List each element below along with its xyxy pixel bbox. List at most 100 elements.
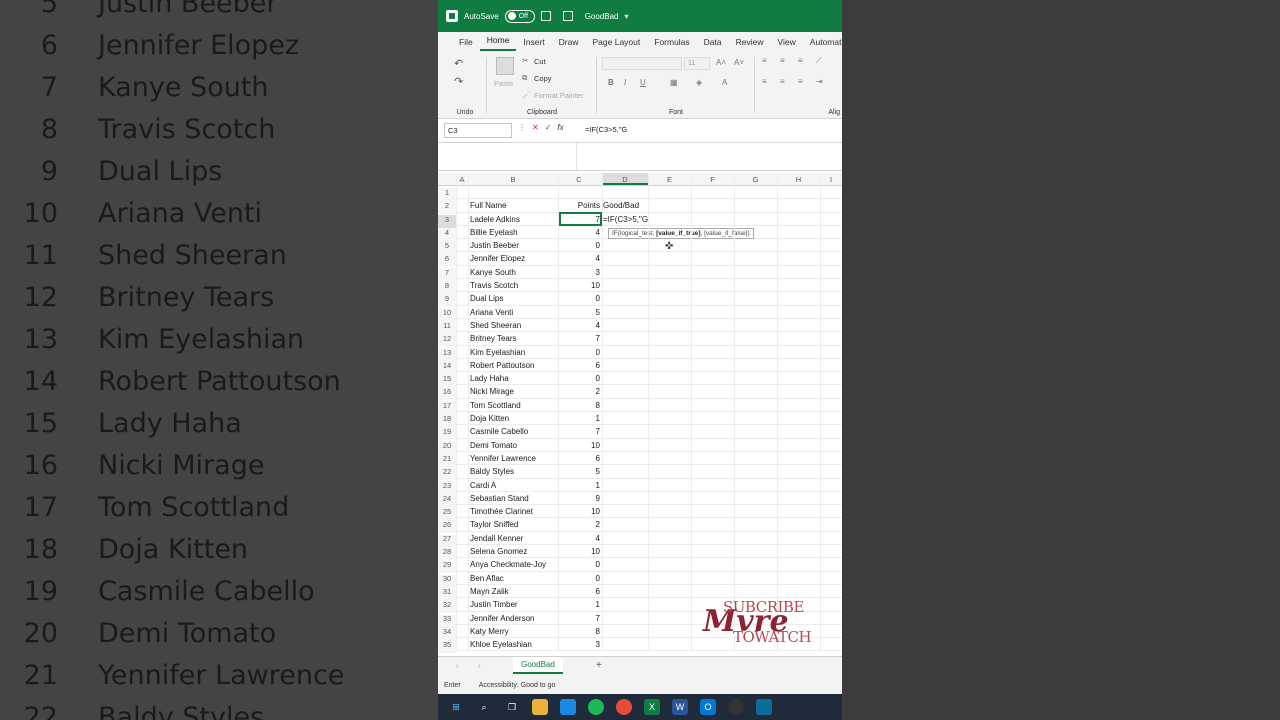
copy-button[interactable]: Copy — [534, 74, 552, 83]
cell-points[interactable]: 6 — [558, 454, 600, 463]
more-icon[interactable]: ⋮ — [518, 123, 526, 132]
cell-points[interactable]: 3 — [558, 268, 600, 277]
cell-full-name[interactable]: Timothée Clarinet — [470, 507, 533, 516]
cell-points[interactable]: 7 — [558, 427, 600, 436]
align-middle-icon[interactable]: ≡ — [780, 56, 785, 65]
menu-tab-data[interactable]: Data — [697, 37, 729, 51]
cell-points[interactable]: 1 — [558, 481, 600, 490]
column-header-h[interactable]: H — [777, 175, 820, 184]
cell-points[interactable]: 0 — [558, 294, 600, 303]
cell-good-bad[interactable]: Good/Bad — [603, 201, 639, 210]
undo-icon[interactable]: ↶ — [454, 57, 463, 70]
name-box[interactable]: C3 — [444, 123, 512, 138]
align-left-icon[interactable]: ≡ — [762, 77, 767, 86]
font-size-select[interactable]: 11 — [684, 57, 710, 70]
cell-full-name[interactable]: Tom Scottland — [470, 401, 521, 410]
cell-points[interactable]: 4 — [558, 228, 600, 237]
menu-tab-formulas[interactable]: Formulas — [647, 37, 696, 51]
cell-points[interactable]: 1 — [558, 600, 600, 609]
cell-points[interactable]: 0 — [558, 560, 600, 569]
cell-points[interactable]: 6 — [558, 587, 600, 596]
customize-icon[interactable] — [562, 11, 573, 21]
cut-button[interactable]: Cut — [534, 57, 546, 66]
cell-full-name[interactable]: Demi Tomato — [470, 441, 517, 450]
format-painter-button[interactable]: Format Painter — [534, 91, 584, 100]
cell-points[interactable]: 0 — [558, 374, 600, 383]
column-header-f[interactable]: F — [691, 175, 734, 184]
cell-full-name[interactable]: Anya Checkmate-Joy — [470, 560, 546, 569]
cell-full-name[interactable]: Katy Merry — [470, 627, 509, 636]
menu-tab-file[interactable]: File — [452, 37, 480, 51]
cell-points[interactable]: 7 — [558, 614, 600, 623]
cell-full-name[interactable]: Full Name — [470, 201, 506, 210]
cut-icon[interactable]: ✂ — [522, 56, 528, 65]
cell-full-name[interactable]: Cardi A — [470, 481, 496, 490]
fill-color-icon[interactable]: ◈ — [696, 78, 702, 87]
fx-icon[interactable]: fx — [557, 123, 563, 132]
cell-full-name[interactable]: Baldy Styles — [470, 467, 514, 476]
cell-full-name[interactable]: Khloe Eyelashian — [470, 640, 532, 649]
borders-icon[interactable]: ▦ — [670, 78, 678, 87]
cell-full-name[interactable]: Taylor Sniffed — [470, 520, 518, 529]
file-explorer-icon[interactable] — [532, 699, 548, 715]
cell-points[interactable]: 10 — [558, 281, 600, 290]
menu-tab-review[interactable]: Review — [729, 37, 771, 51]
cell-full-name[interactable]: Jennifer Anderson — [470, 614, 535, 623]
paste-icon[interactable] — [496, 57, 514, 75]
spotify-icon[interactable] — [588, 699, 604, 715]
cell-full-name[interactable]: Doja Kitten — [470, 414, 509, 423]
enter-icon[interactable]: ✓ — [545, 123, 552, 132]
cell-points[interactable]: 0 — [558, 241, 600, 250]
cell-full-name[interactable]: Travis Scotch — [470, 281, 518, 290]
menu-tab-automate[interactable]: Automate — [803, 37, 842, 51]
cell-full-name[interactable]: Lady Haha — [470, 374, 509, 383]
cell-points[interactable]: 7 — [558, 334, 600, 343]
cell-full-name[interactable]: Casmile Cabello — [470, 427, 528, 436]
indent-icon[interactable]: ⇥ — [816, 77, 823, 86]
menu-tab-page-layout[interactable]: Page Layout — [586, 37, 648, 51]
cell-points[interactable]: 1 — [558, 414, 600, 423]
cell-points[interactable]: 5 — [558, 467, 600, 476]
cell-points[interactable]: 3 — [558, 640, 600, 649]
paste-button[interactable]: Paste — [494, 79, 513, 88]
app-icon[interactable] — [756, 699, 772, 715]
row-number[interactable]: 35 — [438, 640, 456, 654]
cell-points[interactable]: 0 — [558, 348, 600, 357]
save-icon[interactable] — [540, 11, 551, 21]
underline-icon[interactable]: U — [640, 78, 646, 87]
cell-points[interactable]: 6 — [558, 361, 600, 370]
task-view-icon[interactable]: ❐ — [504, 699, 520, 715]
font-family-select[interactable] — [602, 57, 682, 70]
align-right-icon[interactable]: ≡ — [798, 77, 803, 86]
accessibility-status[interactable]: Accessibility: Good to go — [479, 682, 556, 690]
chrome-icon[interactable] — [616, 699, 632, 715]
menu-tab-insert[interactable]: Insert — [516, 37, 551, 51]
column-header-b[interactable]: B — [468, 175, 558, 184]
cell-points[interactable]: 0 — [558, 574, 600, 583]
cell-good-bad[interactable]: =IF(C3>5,"G — [603, 215, 648, 224]
cell-full-name[interactable]: Jennifer Elopez — [470, 254, 525, 263]
cell-full-name[interactable]: Robert Pattoutson — [470, 361, 534, 370]
cell-full-name[interactable]: Yennifer Lawrence — [470, 454, 536, 463]
column-header-i[interactable]: I — [820, 175, 842, 184]
autosave-toggle[interactable]: Off — [504, 9, 535, 23]
chevron-down-icon[interactable]: ▾ — [625, 12, 629, 21]
cell-points[interactable]: Points — [558, 201, 600, 210]
cell-points[interactable]: 2 — [558, 520, 600, 529]
column-header-c[interactable]: C — [558, 175, 600, 184]
cell-points[interactable]: 9 — [558, 494, 600, 503]
cell-points[interactable]: 4 — [558, 321, 600, 330]
cell-points[interactable]: 8 — [558, 401, 600, 410]
outlook-icon[interactable]: O — [700, 699, 716, 715]
menu-tab-draw[interactable]: Draw — [552, 37, 586, 51]
cell-full-name[interactable]: Nicki Mirage — [470, 387, 514, 396]
word-icon[interactable]: W — [672, 699, 688, 715]
mail-icon[interactable] — [560, 699, 576, 715]
cell-full-name[interactable]: Ladele Adkins — [470, 215, 520, 224]
cell-points[interactable]: 10 — [558, 507, 600, 516]
obs-icon[interactable] — [728, 699, 744, 715]
column-header-e[interactable]: E — [648, 175, 691, 184]
align-bottom-icon[interactable]: ≡ — [798, 56, 803, 65]
cell-points[interactable]: 10 — [558, 441, 600, 450]
cell-full-name[interactable]: Sebastian Stand — [470, 494, 529, 503]
